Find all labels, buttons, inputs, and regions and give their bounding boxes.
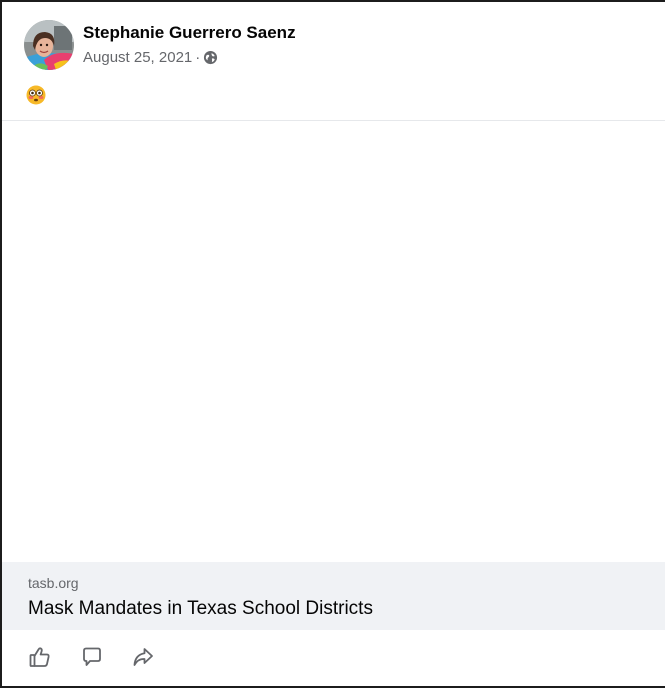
link-preview[interactable]: tasb.org Mask Mandates in Texas School D… [2, 562, 665, 630]
share-icon[interactable] [131, 645, 155, 669]
post-card: Stephanie Guerrero Saenz August 25, 2021… [0, 0, 665, 688]
post-header: Stephanie Guerrero Saenz August 25, 2021… [2, 2, 665, 121]
like-icon[interactable] [28, 645, 52, 669]
link-title[interactable]: Mask Mandates in Texas School Districts [28, 598, 373, 620]
avatar[interactable] [24, 20, 74, 70]
link-domain: tasb.org [28, 575, 79, 591]
globe-icon[interactable] [203, 50, 218, 65]
meta-separator: · [195, 49, 201, 66]
post-date[interactable]: August 25, 2021 [83, 49, 192, 66]
flushed-face-emoji [26, 85, 46, 105]
post-meta: August 25, 2021 · [83, 49, 218, 66]
author-name[interactable]: Stephanie Guerrero Saenz [83, 23, 296, 43]
comment-icon[interactable] [80, 645, 104, 669]
action-bar [2, 630, 665, 686]
link-image-placeholder[interactable] [2, 121, 665, 562]
